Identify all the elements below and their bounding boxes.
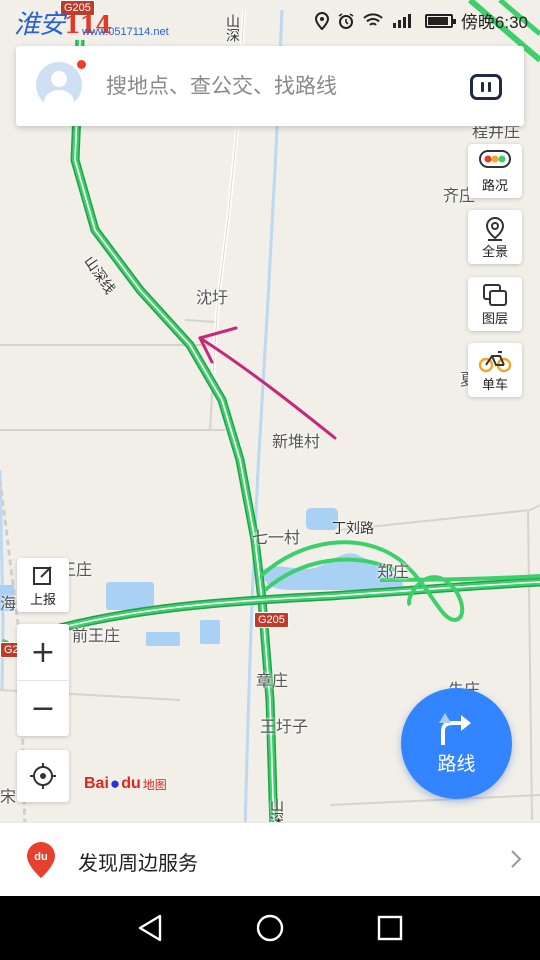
wifi-icon	[363, 12, 383, 26]
back-icon[interactable]	[134, 912, 166, 944]
status-time: 傍晚6:30	[460, 13, 528, 32]
tool-label: 单车	[481, 378, 508, 393]
layers-button[interactable]: 图层	[468, 277, 522, 331]
watermark-url: www.0517114.net	[82, 26, 169, 38]
baidu-map-logo: Bai ● du 地图	[84, 774, 167, 794]
layers-icon	[483, 284, 507, 306]
zoom-out-button[interactable]: −	[17, 680, 69, 736]
discover-label: 发现周边服务	[78, 851, 198, 875]
location-pin-icon	[485, 216, 505, 241]
logo-text: Bai	[84, 775, 109, 792]
place-label[interactable]: 宋	[0, 783, 16, 807]
voice-assistant-icon[interactable]	[470, 74, 502, 100]
bike-button[interactable]: 单车	[468, 343, 522, 397]
report-button[interactable]: 上报	[17, 558, 69, 612]
report-label: 上报	[29, 593, 56, 608]
place-label[interactable]: 海	[0, 590, 16, 614]
zoom-in-button[interactable]: +	[17, 624, 69, 680]
place-label[interactable]: 王圩子	[260, 713, 308, 737]
place-label[interactable]: 章庄	[256, 667, 288, 691]
tool-label: 路况	[481, 179, 508, 194]
signal-icon	[392, 13, 411, 28]
chevron-right-icon	[511, 850, 522, 868]
logo-text: du	[121, 775, 141, 792]
search-bar[interactable]	[16, 46, 524, 126]
edit-icon	[33, 566, 52, 585]
place-label[interactable]: 七一村	[252, 524, 300, 548]
discover-nearby-bar[interactable]: du 发现周边服务	[0, 822, 540, 896]
logo-text: 地图	[142, 777, 167, 792]
search-input[interactable]	[106, 70, 426, 102]
locate-icon	[30, 763, 56, 789]
notification-dot	[77, 60, 86, 69]
du-pin-icon: du	[27, 842, 55, 878]
place-label[interactable]: 沈圩	[196, 284, 228, 308]
road-label[interactable]: 丁刘路	[332, 518, 374, 538]
place-label[interactable]: 郑庄	[377, 558, 409, 582]
status-bar: 淮安114 www.0517114.net 傍晚6:30	[0, 0, 540, 40]
route-label: 路线	[437, 753, 476, 775]
location-icon	[314, 11, 329, 30]
locate-button[interactable]	[17, 750, 69, 802]
traffic-light-icon	[479, 150, 511, 168]
route-button[interactable]: 路线	[401, 688, 512, 799]
annotation-arrow	[198, 326, 337, 440]
status-icons: 傍晚6:30	[314, 8, 528, 33]
traffic-button[interactable]: 路况	[468, 144, 522, 198]
battery-icon	[424, 13, 456, 28]
tool-label: 全景	[481, 245, 508, 260]
home-icon[interactable]	[254, 912, 286, 944]
tool-label: 图层	[481, 312, 508, 327]
highway-shield: G205	[254, 612, 289, 628]
place-label[interactable]: 前王庄	[72, 622, 120, 646]
panorama-button[interactable]: 全景	[468, 210, 522, 264]
place-label[interactable]: 新堆村	[272, 428, 320, 452]
zoom-control: + −	[17, 624, 69, 736]
system-nav-bar	[0, 896, 540, 960]
du-pin-text: du	[34, 851, 47, 863]
bicycle-icon	[478, 351, 512, 373]
avatar[interactable]	[36, 62, 82, 108]
alarm-icon	[338, 12, 354, 29]
watermark-text: 淮安	[14, 10, 65, 40]
route-arrow-icon	[438, 713, 471, 745]
paw-icon: ●	[109, 774, 121, 793]
recents-icon[interactable]	[374, 912, 406, 944]
